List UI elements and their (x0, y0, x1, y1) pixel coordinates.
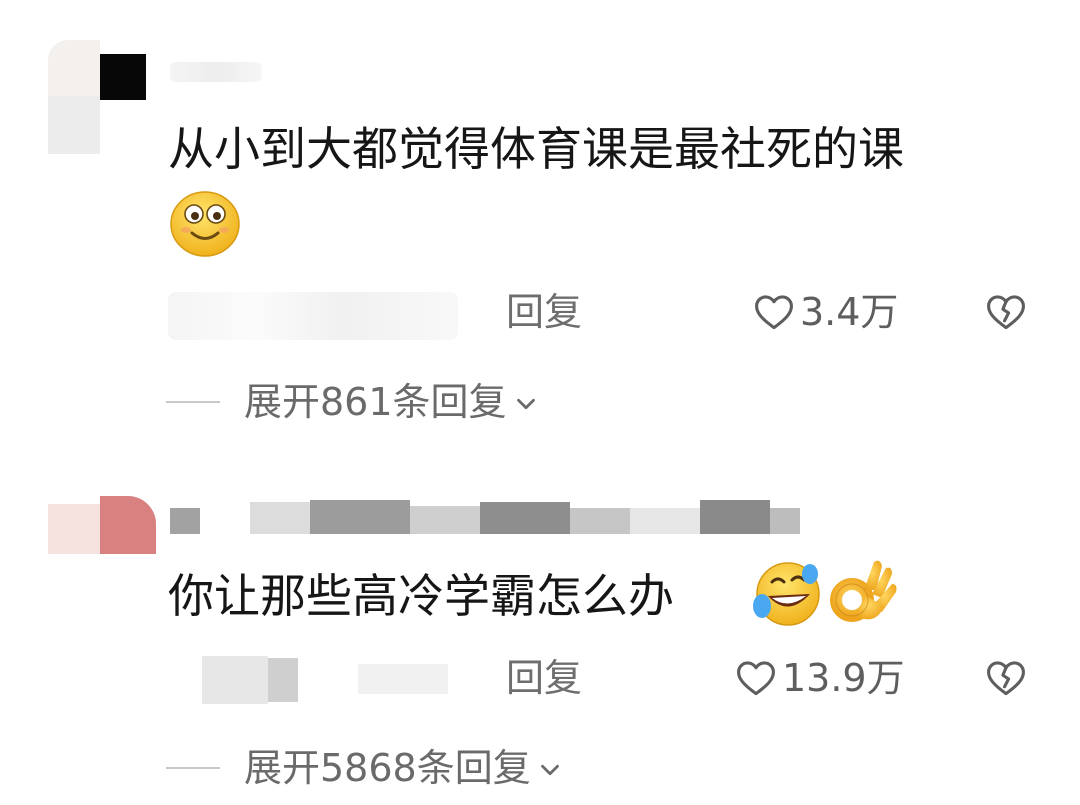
expand-replies-button[interactable]: 展开5868条回复 (166, 746, 565, 790)
like-count: 13.9万 (782, 656, 905, 700)
avatar[interactable] (48, 496, 158, 556)
comment-text: 从小到大都觉得体育课是最社死的课 (168, 122, 904, 176)
heart-outline-icon (755, 295, 793, 330)
comment-text: 你让那些高冷学霸怎么办 (168, 569, 674, 623)
smiling-face-emoji (170, 191, 240, 257)
divider (166, 401, 220, 403)
comment-meta (168, 656, 458, 704)
expand-replies-button[interactable]: 展开861条回复 (166, 380, 541, 424)
expand-replies-label: 展开861条回复 (244, 380, 507, 424)
username[interactable] (170, 62, 262, 82)
like-count: 3.4万 (800, 290, 899, 334)
chevron-down-icon (516, 398, 535, 410)
expand-replies-label: 展开5868条回复 (244, 746, 531, 790)
username[interactable] (170, 500, 810, 534)
divider (166, 767, 220, 769)
heart-outline-icon (737, 661, 775, 696)
ok-hand-emoji (830, 560, 897, 622)
reply-button[interactable]: 回复 (506, 290, 582, 334)
avatar[interactable] (48, 40, 152, 156)
reply-button[interactable]: 回复 (506, 656, 582, 700)
like-button[interactable]: 13.9万 (734, 656, 905, 700)
chevron-down-icon (540, 764, 559, 776)
broken-heart-icon[interactable] (984, 656, 1028, 700)
comment-meta (168, 292, 458, 340)
like-button[interactable]: 3.4万 (752, 290, 898, 334)
broken-heart-icon[interactable] (984, 290, 1028, 334)
rolling-on-floor-laughing-emoji (753, 562, 820, 626)
comment-list: 从小到大都觉得体育课是最社死的课 回复 3.4万 展开861条回复 你让那些高冷… (0, 0, 1080, 805)
